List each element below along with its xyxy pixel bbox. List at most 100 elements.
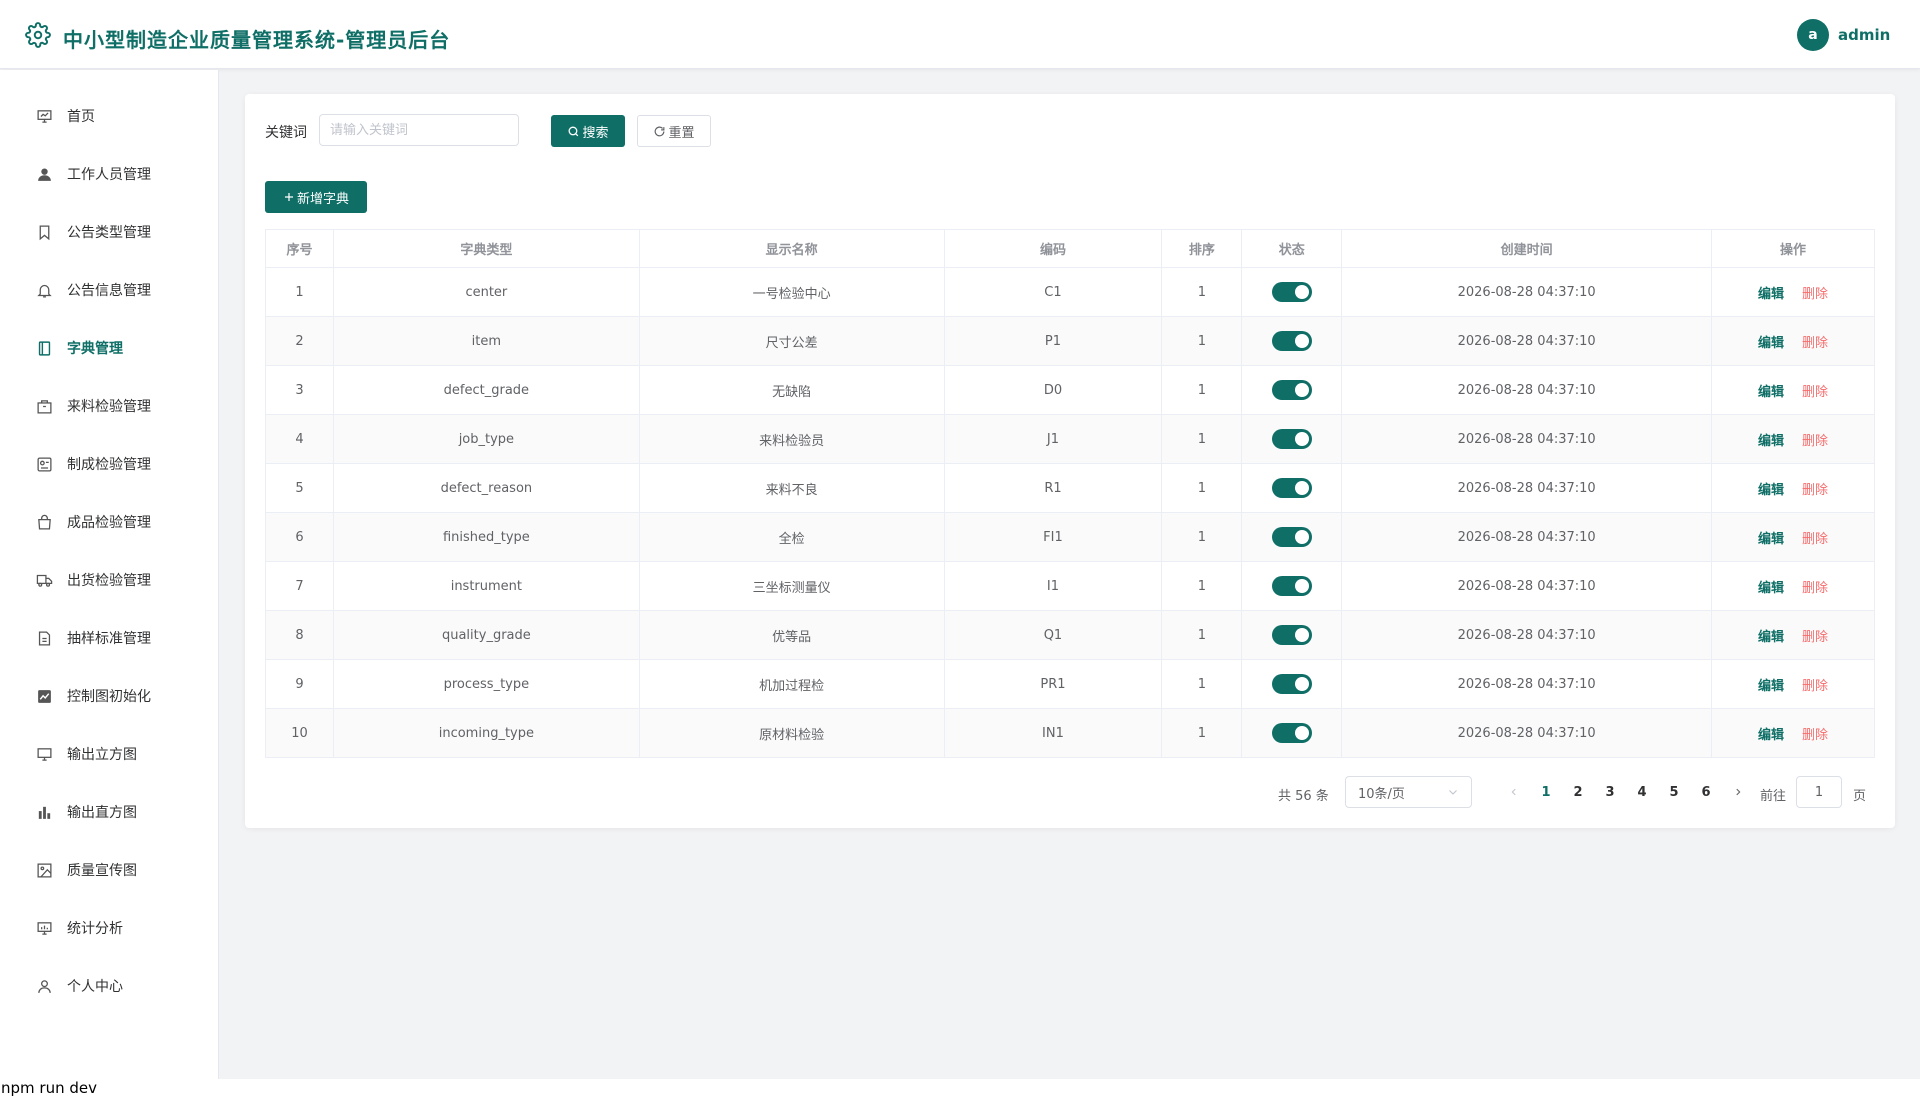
page-number-button[interactable]: 3 bbox=[1598, 776, 1622, 808]
delete-link[interactable]: 删除 bbox=[1802, 434, 1828, 449]
edit-link[interactable]: 编辑 bbox=[1758, 532, 1784, 547]
sort-cell: 1 bbox=[1161, 708, 1243, 758]
add-dictionary-button[interactable]: 新增字典 bbox=[265, 181, 367, 213]
page-number-button[interactable]: 5 bbox=[1662, 776, 1686, 808]
created-time-cell: 2026-08-28 04:37:10 bbox=[1341, 659, 1713, 709]
sidebar-item-notice-type[interactable]: 公告类型管理 bbox=[0, 208, 219, 256]
display-name-cell: 三坐标测量仪 bbox=[638, 561, 945, 611]
delete-link[interactable]: 删除 bbox=[1802, 532, 1828, 547]
row-number-cell: 9 bbox=[265, 659, 334, 709]
table-row: 5 defect_reason 来料不良 R1 1 2026-08-28 04:37:10… bbox=[265, 463, 1875, 513]
dict-type-cell: quality_grade bbox=[332, 610, 640, 660]
search-button-label: 搜索 bbox=[582, 125, 609, 141]
table-row: 9 process_type 机加过程检 PR1 1 2026-08-28 04:37:1… bbox=[265, 659, 1875, 709]
status-toggle[interactable] bbox=[1271, 723, 1312, 743]
column-header: 状态 bbox=[1241, 229, 1343, 268]
sort-cell: 1 bbox=[1161, 610, 1243, 660]
sort-cell: 1 bbox=[1161, 365, 1243, 415]
code-cell: Q1 bbox=[943, 610, 1163, 660]
table-row: 8 quality_grade 优等品 Q1 1 2026-08-28 04:37:10 编… bbox=[265, 610, 1875, 660]
sidebar-item-shipment-inspection[interactable]: 出货检验管理 bbox=[0, 556, 219, 604]
column-header: 字典类型 bbox=[332, 229, 640, 268]
sidebar-item-home[interactable]: 首页 bbox=[0, 92, 219, 140]
status-toggle[interactable] bbox=[1271, 331, 1312, 351]
display-name-cell: 来料不良 bbox=[638, 463, 945, 513]
page-number-button[interactable]: 6 bbox=[1694, 776, 1718, 808]
status-toggle[interactable] bbox=[1271, 674, 1312, 694]
status-toggle[interactable] bbox=[1271, 478, 1312, 498]
sidebar-item-statistics[interactable]: 统计分析 bbox=[0, 904, 219, 952]
edit-link[interactable]: 编辑 bbox=[1758, 581, 1784, 596]
created-time-cell: 2026-08-28 04:37:10 bbox=[1341, 610, 1713, 660]
sort-cell: 1 bbox=[1161, 316, 1243, 366]
edit-link[interactable]: 编辑 bbox=[1758, 679, 1784, 694]
search-icon bbox=[567, 125, 580, 138]
delete-link[interactable]: 删除 bbox=[1802, 679, 1828, 694]
delete-link[interactable]: 删除 bbox=[1802, 630, 1828, 645]
dict-type-cell: center bbox=[332, 267, 640, 317]
sort-cell: 1 bbox=[1161, 512, 1243, 562]
sidebar-item-process-inspection[interactable]: 制成检验管理 bbox=[0, 440, 219, 488]
dict-type-cell: incoming_type bbox=[332, 708, 640, 758]
table-row: 4 job_type 来料检验员 J1 1 2026-08-28 04:37:10 编辑 删除 bbox=[265, 414, 1875, 464]
actions-cell: 编辑 删除 bbox=[1711, 316, 1875, 366]
edit-link[interactable]: 编辑 bbox=[1758, 434, 1784, 449]
dict-type-cell: instrument bbox=[332, 561, 640, 611]
delete-link[interactable]: 删除 bbox=[1802, 287, 1828, 302]
status-toggle[interactable] bbox=[1271, 380, 1312, 400]
table-row: 10 incoming_type 原材料检验 IN1 1 2026-08-28 04:37… bbox=[265, 708, 1875, 758]
page-number-button[interactable]: 1 bbox=[1534, 776, 1558, 808]
sidebar-item-label: 来料检验管理 bbox=[67, 399, 151, 415]
keyword-input[interactable] bbox=[319, 114, 519, 146]
status-toggle[interactable] bbox=[1271, 576, 1312, 596]
next-page-button[interactable] bbox=[1726, 776, 1750, 808]
edit-link[interactable]: 编辑 bbox=[1758, 287, 1784, 302]
edit-link[interactable]: 编辑 bbox=[1758, 728, 1784, 743]
code-cell: PR1 bbox=[943, 659, 1163, 709]
goto-page-input[interactable] bbox=[1796, 776, 1842, 808]
edit-link[interactable]: 编辑 bbox=[1758, 385, 1784, 400]
delete-link[interactable]: 删除 bbox=[1802, 483, 1828, 498]
status-toggle[interactable] bbox=[1271, 282, 1312, 302]
display-name-cell: 全检 bbox=[638, 512, 945, 562]
page-number-button[interactable]: 4 bbox=[1630, 776, 1654, 808]
username[interactable]: admin bbox=[1838, 26, 1890, 44]
sidebar-item-incoming-inspection[interactable]: 来料检验管理 bbox=[0, 382, 219, 430]
sidebar-item-cube-chart[interactable]: 输出立方图 bbox=[0, 730, 219, 778]
actions-cell: 编辑 删除 bbox=[1711, 463, 1875, 513]
search-button[interactable]: 搜索 bbox=[551, 115, 625, 147]
edit-link[interactable]: 编辑 bbox=[1758, 483, 1784, 498]
histogram-icon bbox=[35, 803, 53, 821]
sidebar-item-label: 制成检验管理 bbox=[67, 457, 151, 473]
sidebar-item-sampling-standard[interactable]: 抽样标准管理 bbox=[0, 614, 219, 662]
avatar[interactable]: a bbox=[1797, 19, 1829, 51]
row-number-cell: 4 bbox=[265, 414, 334, 464]
sidebar-item-histogram[interactable]: 输出直方图 bbox=[0, 788, 219, 836]
actions-cell: 编辑 删除 bbox=[1711, 708, 1875, 758]
prev-page-button[interactable] bbox=[1502, 776, 1526, 808]
sidebar-item-quality-poster[interactable]: 质量宣传图 bbox=[0, 846, 219, 894]
page-size-select[interactable]: 10条/页 bbox=[1345, 776, 1472, 808]
actions-cell: 编辑 删除 bbox=[1711, 414, 1875, 464]
delete-link[interactable]: 删除 bbox=[1802, 336, 1828, 351]
sidebar-item-control-chart-init[interactable]: 控制图初始化 bbox=[0, 672, 219, 720]
sidebar-item-notice-info[interactable]: 公告信息管理 bbox=[0, 266, 219, 314]
status-toggle[interactable] bbox=[1271, 527, 1312, 547]
sidebar-item-profile[interactable]: 个人中心 bbox=[0, 962, 219, 1010]
delete-link[interactable]: 删除 bbox=[1802, 581, 1828, 596]
edit-link[interactable]: 编辑 bbox=[1758, 630, 1784, 645]
page-number-button[interactable]: 2 bbox=[1566, 776, 1590, 808]
status-toggle[interactable] bbox=[1271, 429, 1312, 449]
sidebar-item-staff[interactable]: 工作人员管理 bbox=[0, 150, 219, 198]
sidebar-item-finished-inspection[interactable]: 成品检验管理 bbox=[0, 498, 219, 546]
delete-link[interactable]: 删除 bbox=[1802, 728, 1828, 743]
sidebar-item-label: 出货检验管理 bbox=[67, 573, 151, 589]
sidebar-item-dictionary[interactable]: 字典管理 bbox=[0, 324, 219, 372]
status-cell bbox=[1241, 561, 1343, 611]
delete-link[interactable]: 删除 bbox=[1802, 385, 1828, 400]
sidebar-item-label: 字典管理 bbox=[67, 341, 123, 357]
edit-link[interactable]: 编辑 bbox=[1758, 336, 1784, 351]
created-time-cell: 2026-08-28 04:37:10 bbox=[1341, 267, 1713, 317]
status-toggle[interactable] bbox=[1271, 625, 1312, 645]
reset-button[interactable]: 重置 bbox=[637, 115, 711, 147]
